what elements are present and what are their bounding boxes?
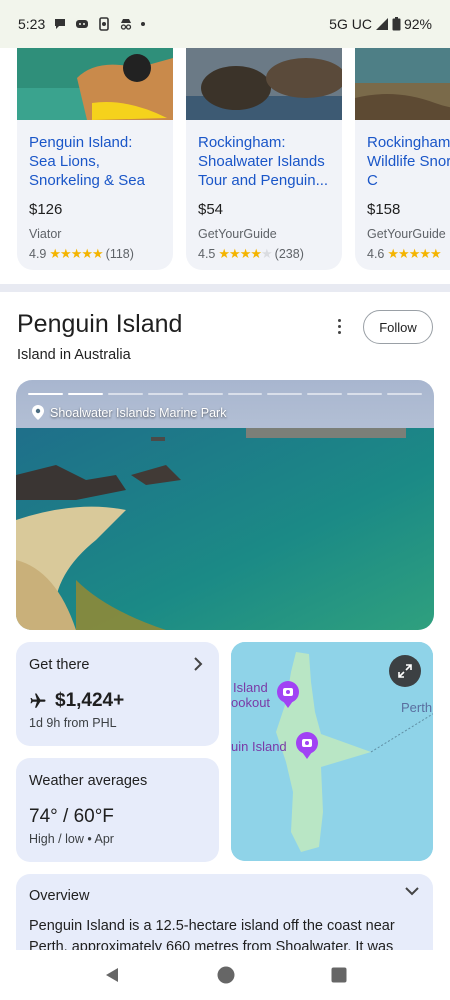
tour-rating: 4.9 ★★★★★ (118) [29, 246, 161, 262]
location-pin-icon [32, 405, 44, 420]
battery-label: 92% [403, 16, 432, 32]
map-label-penguin-island: uin Island [231, 739, 287, 754]
get-there-card[interactable]: Get there $1,424+ 1d 9h from PHL [16, 642, 219, 746]
expand-map-icon[interactable] [389, 655, 421, 687]
map-label-island: Island [233, 680, 268, 695]
star-rating-icon: ★★★★★ [387, 246, 441, 261]
chat-icon [55, 19, 66, 29]
map-label-lookout: ookout [231, 695, 271, 710]
weather-detail: High / low • Apr [29, 832, 114, 846]
tour-title[interactable]: Rockingham Island Wildlife Snorkeling C [367, 133, 450, 191]
battery-icon [392, 17, 401, 31]
phone-app-icon [99, 17, 110, 31]
review-count: (118) [105, 247, 134, 261]
tour-price: $126 [29, 201, 63, 218]
rating-value: 4.6 [367, 247, 385, 261]
follow-button[interactable]: Follow [363, 310, 433, 344]
chevron-right-icon [193, 657, 203, 676]
tour-image [186, 48, 342, 120]
weather-temps: 74° / 60°F [29, 806, 114, 827]
system-navigation-bar [0, 950, 450, 1000]
tour-source: Viator [29, 227, 62, 241]
review-count: (238) [274, 247, 304, 261]
tour-title[interactable]: Penguin Island: Sea Lions, Snorkeling & … [29, 133, 161, 191]
chevron-down-icon[interactable] [405, 886, 419, 896]
status-time: 5:23 [18, 16, 46, 32]
photo-progress-indicator [28, 393, 423, 395]
get-there-title: Get there [29, 657, 90, 673]
back-icon[interactable] [103, 966, 121, 984]
tour-rating: 4.6 ★★★★★ [367, 246, 450, 262]
recents-icon[interactable] [331, 967, 347, 983]
tour-image [355, 48, 450, 120]
photo-location-label[interactable]: Shoalwater Islands Marine Park [32, 405, 226, 420]
place-title: Penguin Island [17, 310, 183, 338]
star-rating-icon: ★★★★★ [49, 246, 103, 261]
network-label: 5G UC [329, 16, 372, 32]
rating-value: 4.5 [198, 247, 216, 261]
tour-price: $54 [198, 201, 224, 218]
tour-title[interactable]: Rockingham: Shoalwater Islands Tour and … [198, 133, 330, 191]
photo-location-text: Shoalwater Islands Marine Park [50, 405, 227, 420]
tour-source: GetYourGuide [198, 227, 277, 241]
discord-icon [76, 20, 89, 28]
tour-source: GetYourGuide [367, 227, 446, 241]
incognito-icon [121, 19, 132, 30]
tour-card[interactable]: Rockingham Island Wildlife Snorkeling C … [355, 48, 450, 270]
airplane-icon [30, 693, 46, 708]
home-icon[interactable] [217, 966, 235, 984]
weather-card[interactable]: Weather averages 74° / 60°F High / low •… [16, 758, 219, 862]
rating-value: 4.9 [29, 247, 47, 261]
tour-image [17, 48, 173, 120]
star-rating-icon: ★★★★★ [218, 246, 272, 261]
section-divider [0, 284, 450, 292]
more-options-icon[interactable] [331, 316, 347, 336]
status-bar: 5:23 5G UC 92% [0, 0, 450, 48]
place-subtitle: Island in Australia [17, 347, 131, 363]
flight-detail: 1d 9h from PHL [29, 716, 117, 730]
flight-price-row: $1,424+ [29, 690, 124, 712]
tour-rating: 4.5 ★★★★★ (238) [198, 246, 330, 262]
tour-card[interactable]: Rockingham: Shoalwater Islands Tour and … [186, 48, 342, 270]
map-label-perth: Perth [401, 700, 433, 715]
tour-card[interactable]: Penguin Island: Sea Lions, Snorkeling & … [17, 48, 173, 270]
tours-carousel[interactable]: Penguin Island: Sea Lions, Snorkeling & … [0, 48, 450, 280]
weather-title: Weather averages [29, 773, 148, 789]
overview-title: Overview [29, 888, 90, 904]
tour-price: $158 [367, 201, 401, 218]
flight-price: $1,424+ [55, 690, 125, 711]
notification-dot-icon [141, 22, 146, 26]
signal-icon [375, 18, 388, 30]
